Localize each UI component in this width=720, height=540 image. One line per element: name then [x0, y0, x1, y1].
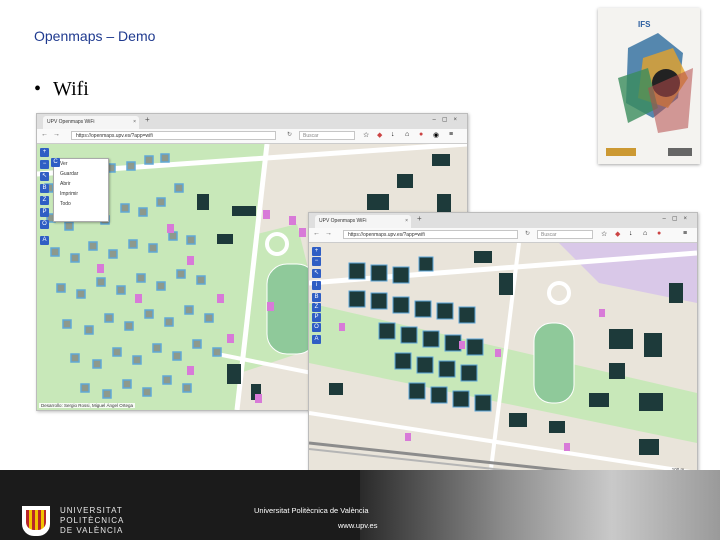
layers-button[interactable]: C: [51, 158, 60, 167]
search-input[interactable]: Buscar: [537, 230, 593, 239]
download-icon[interactable]: ↓: [391, 131, 395, 138]
zoom-in-button[interactable]: +: [40, 148, 49, 157]
tool-o-button[interactable]: O: [312, 323, 321, 332]
tab-bar: UPV Openmaps WiFi × + –▢×: [309, 213, 697, 228]
url-field[interactable]: https://openmaps.upv.es/?app=wifi: [343, 230, 518, 239]
new-tab-icon[interactable]: +: [417, 214, 422, 223]
menu-icon[interactable]: ≡: [449, 131, 453, 138]
bullet-item: • Wifi: [34, 78, 89, 101]
home-icon[interactable]: ⌂: [405, 131, 409, 138]
reload-icon[interactable]: ↻: [525, 230, 530, 237]
reload-icon[interactable]: ↻: [287, 131, 292, 138]
pocket-icon[interactable]: ◆: [615, 230, 620, 238]
browser-tab[interactable]: UPV Openmaps WiFi ×: [43, 116, 139, 129]
tool-o-button[interactable]: O: [40, 220, 49, 229]
zoom-in-button[interactable]: +: [312, 247, 321, 256]
locate-button[interactable]: ↖: [312, 269, 321, 278]
star-icon[interactable]: ☆: [601, 230, 607, 238]
forward-icon[interactable]: →: [53, 131, 60, 138]
poster-label: IFS: [638, 20, 651, 29]
zoom-out-button[interactable]: −: [40, 160, 49, 169]
map-view[interactable]: + − ↖ i B Z P O A 100 m Desarrollo: Serg…: [309, 243, 697, 485]
tool-p-button[interactable]: P: [312, 313, 321, 322]
addon-icon[interactable]: ●: [419, 131, 423, 138]
back-icon[interactable]: ←: [41, 131, 48, 138]
footer-institution: Universitat Politècnica de València: [254, 506, 369, 515]
tool-a-button[interactable]: A: [312, 335, 321, 344]
bullet-text: Wifi: [53, 78, 89, 100]
map-canvas[interactable]: [309, 243, 697, 485]
search-input[interactable]: Buscar: [299, 131, 355, 140]
window-controls[interactable]: –▢×: [662, 215, 693, 222]
map-attribution: Desarrollo: Sergio Rossi, Miguel Ángel O…: [39, 403, 136, 408]
layer-menu-item[interactable]: Guardar: [54, 169, 108, 179]
browser-tab[interactable]: UPV Openmaps WiFi ×: [315, 215, 411, 228]
university-crest-icon: [22, 506, 50, 536]
pocket-icon[interactable]: ◆: [377, 131, 382, 139]
layer-menu-item[interactable]: Todo: [54, 199, 108, 209]
logo-line: UNIVERSITAT: [60, 506, 123, 515]
logo-line: DE VALÈNCIA: [60, 526, 124, 535]
tab-title: UPV Openmaps WiFi: [319, 218, 367, 224]
url-field[interactable]: https://openmaps.upv.es/?app=wifi: [71, 131, 276, 140]
star-icon[interactable]: ☆: [363, 131, 369, 139]
locate-button[interactable]: ↖: [40, 172, 49, 181]
nav-bar: ← → https://openmaps.upv.es/?app=wifi ↻ …: [309, 228, 697, 243]
tool-a-button[interactable]: A: [40, 236, 49, 245]
zoom-out-button[interactable]: −: [312, 257, 321, 266]
crest-stripes: [26, 510, 46, 530]
addon-icon[interactable]: ●: [657, 230, 661, 237]
bullet-marker: •: [34, 78, 42, 100]
tool-z-button[interactable]: Z: [40, 196, 49, 205]
new-tab-icon[interactable]: +: [145, 115, 150, 124]
tool-z-button[interactable]: Z: [312, 303, 321, 312]
tool-b-button[interactable]: B: [312, 293, 321, 302]
event-poster-image: IFS: [598, 8, 700, 164]
home-icon[interactable]: ⌂: [643, 230, 647, 237]
logo-line: POLITÈCNICA: [60, 516, 125, 525]
layer-menu-item[interactable]: Abrir: [54, 179, 108, 189]
layer-menu-item[interactable]: Ver: [54, 159, 108, 169]
menu-icon[interactable]: ≡: [683, 230, 687, 237]
tab-title: UPV Openmaps WiFi: [47, 119, 95, 125]
footer-url[interactable]: www.upv.es: [338, 521, 377, 530]
footer-texture: [360, 470, 720, 540]
browser-window-buildings-map: UPV Openmaps WiFi × + –▢× ← → https://ope…: [308, 212, 698, 486]
university-logo-text: UNIVERSITAT POLITÈCNICA DE VALÈNCIA: [60, 506, 124, 536]
window-controls[interactable]: –▢×: [432, 116, 463, 123]
forward-icon[interactable]: →: [325, 230, 332, 237]
close-icon[interactable]: ×: [133, 116, 136, 129]
close-icon[interactable]: ×: [405, 215, 408, 228]
download-icon[interactable]: ↓: [629, 230, 633, 237]
nav-bar: ← → https://openmaps.upv.es/?app=wifi ↻ …: [37, 129, 467, 144]
tool-p-button[interactable]: P: [40, 208, 49, 217]
poster-artwork: [598, 8, 700, 164]
layer-menu-item[interactable]: Imprimir: [54, 189, 108, 199]
shield-icon[interactable]: ◉: [433, 131, 439, 139]
tab-bar: UPV Openmaps WiFi × + –▢×: [37, 114, 467, 129]
layer-menu: Ver Guardar Abrir Imprimir Todo: [53, 158, 109, 222]
back-icon[interactable]: ←: [313, 230, 320, 237]
tool-b-button[interactable]: B: [40, 184, 49, 193]
slide-title: Openmaps – Demo: [34, 28, 156, 44]
info-button[interactable]: i: [312, 281, 321, 290]
